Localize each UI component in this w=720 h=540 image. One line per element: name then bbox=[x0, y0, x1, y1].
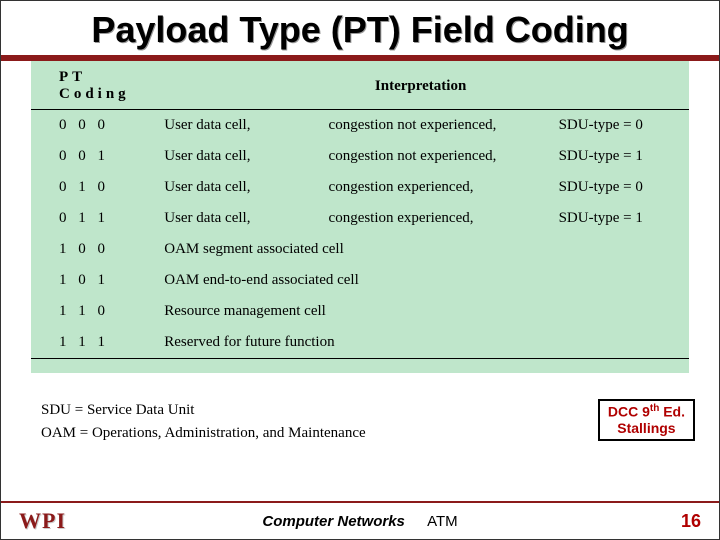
source-text: DCC 9 bbox=[608, 404, 650, 420]
cell-code: 0 1 0 bbox=[31, 172, 152, 203]
cell-code: 0 0 1 bbox=[31, 141, 152, 172]
cell-text: congestion not experienced, bbox=[317, 110, 547, 142]
table-row: 0 0 0 User data cell, congestion not exp… bbox=[31, 110, 689, 142]
source-text: Ed. bbox=[659, 404, 685, 420]
cell-text: Resource management cell bbox=[152, 296, 689, 327]
col-header-code: PT Coding bbox=[31, 61, 152, 110]
table-divider bbox=[31, 359, 689, 374]
cell-text: User data cell, bbox=[152, 172, 316, 203]
table-row: 0 1 1 User data cell, congestion experie… bbox=[31, 203, 689, 234]
table-row: 0 1 0 User data cell, congestion experie… bbox=[31, 172, 689, 203]
cell-code: 0 1 1 bbox=[31, 203, 152, 234]
table-row: 1 0 0 OAM segment associated cell bbox=[31, 234, 689, 265]
footer-center: Computer Networks ATM bbox=[262, 513, 457, 530]
table-container: PT Coding Interpretation 0 0 0 User data… bbox=[1, 61, 719, 373]
lecture-topic: ATM bbox=[427, 513, 458, 530]
course-name: Computer Networks bbox=[262, 513, 405, 530]
cell-text: OAM segment associated cell bbox=[152, 234, 689, 265]
cell-text: OAM end-to-end associated cell bbox=[152, 265, 689, 296]
cell-text: User data cell, bbox=[152, 110, 316, 142]
footer: WPI Computer Networks ATM 16 bbox=[1, 501, 719, 539]
col-header-interp: Interpretation bbox=[152, 61, 689, 110]
title-bar: Payload Type (PT) Field Coding bbox=[1, 1, 719, 61]
cell-code: 1 1 1 bbox=[31, 327, 152, 359]
legend-sdu: SDU = Service Data Unit bbox=[41, 399, 679, 422]
page-number: 16 bbox=[681, 511, 701, 532]
page-title: Payload Type (PT) Field Coding bbox=[13, 9, 707, 51]
cell-text: User data cell, bbox=[152, 141, 316, 172]
source-author: Stallings bbox=[617, 420, 675, 436]
table-row: 1 0 1 OAM end-to-end associated cell bbox=[31, 265, 689, 296]
source-sup: th bbox=[650, 403, 659, 414]
cell-text: congestion experienced, bbox=[317, 203, 547, 234]
table-row: 1 1 1 Reserved for future function bbox=[31, 327, 689, 359]
cell-code: 1 1 0 bbox=[31, 296, 152, 327]
cell-text: SDU-type = 0 bbox=[547, 172, 689, 203]
legend-oam: OAM = Operations, Administration, and Ma… bbox=[41, 422, 679, 445]
cell-text: User data cell, bbox=[152, 203, 316, 234]
cell-text: Reserved for future function bbox=[152, 327, 689, 359]
table-row: 0 0 1 User data cell, congestion not exp… bbox=[31, 141, 689, 172]
cell-code: 0 0 0 bbox=[31, 110, 152, 142]
table-row: 1 1 0 Resource management cell bbox=[31, 296, 689, 327]
cell-code: 1 0 0 bbox=[31, 234, 152, 265]
cell-text: SDU-type = 1 bbox=[547, 141, 689, 172]
cell-text: congestion experienced, bbox=[317, 172, 547, 203]
cell-text: SDU-type = 1 bbox=[547, 203, 689, 234]
source-citation: DCC 9th Ed. Stallings bbox=[598, 399, 695, 441]
pt-coding-table: PT Coding Interpretation 0 0 0 User data… bbox=[31, 61, 689, 373]
cell-text: congestion not experienced, bbox=[317, 141, 547, 172]
cell-text: SDU-type = 0 bbox=[547, 110, 689, 142]
wpi-logo: WPI bbox=[19, 508, 66, 534]
cell-code: 1 0 1 bbox=[31, 265, 152, 296]
